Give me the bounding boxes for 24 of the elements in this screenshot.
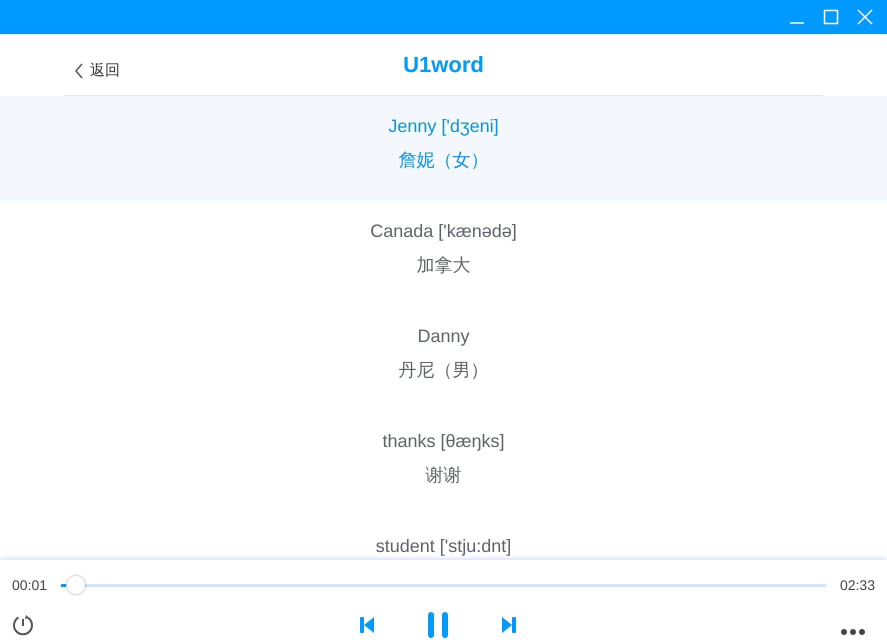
word-meaning: 谢谢	[426, 464, 462, 486]
progress-thumb[interactable]	[67, 576, 86, 594]
next-icon[interactable]	[500, 616, 516, 634]
word-row[interactable]: Jenny ['dʒeni] 詹妮（女）	[0, 96, 887, 201]
word-meaning: 加拿大	[416, 254, 470, 276]
word-meaning: 詹妮（女）	[398, 149, 488, 171]
word-text: Danny	[417, 325, 470, 347]
word-text: thanks [θæŋks]	[382, 430, 505, 452]
close-icon[interactable]	[857, 9, 873, 25]
total-time: 02:33	[840, 576, 875, 594]
maximize-icon[interactable]	[823, 9, 839, 25]
back-button[interactable]: 返回	[74, 60, 120, 82]
current-time: 00:01	[12, 576, 48, 594]
word-text: student ['stju:dnt]	[376, 535, 512, 557]
word-meaning: 丹尼（男）	[398, 359, 488, 381]
timer-icon[interactable]	[12, 614, 34, 636]
page-title: U1word	[403, 51, 484, 79]
chevron-left-icon	[74, 63, 84, 80]
more-icon[interactable]	[841, 629, 865, 635]
word-text: Jenny ['dʒeni]	[388, 115, 499, 137]
previous-icon[interactable]	[358, 616, 374, 634]
word-text: Canada ['kænədə]	[370, 220, 517, 242]
pause-icon[interactable]	[426, 612, 448, 638]
progress-track[interactable]	[61, 575, 826, 595]
